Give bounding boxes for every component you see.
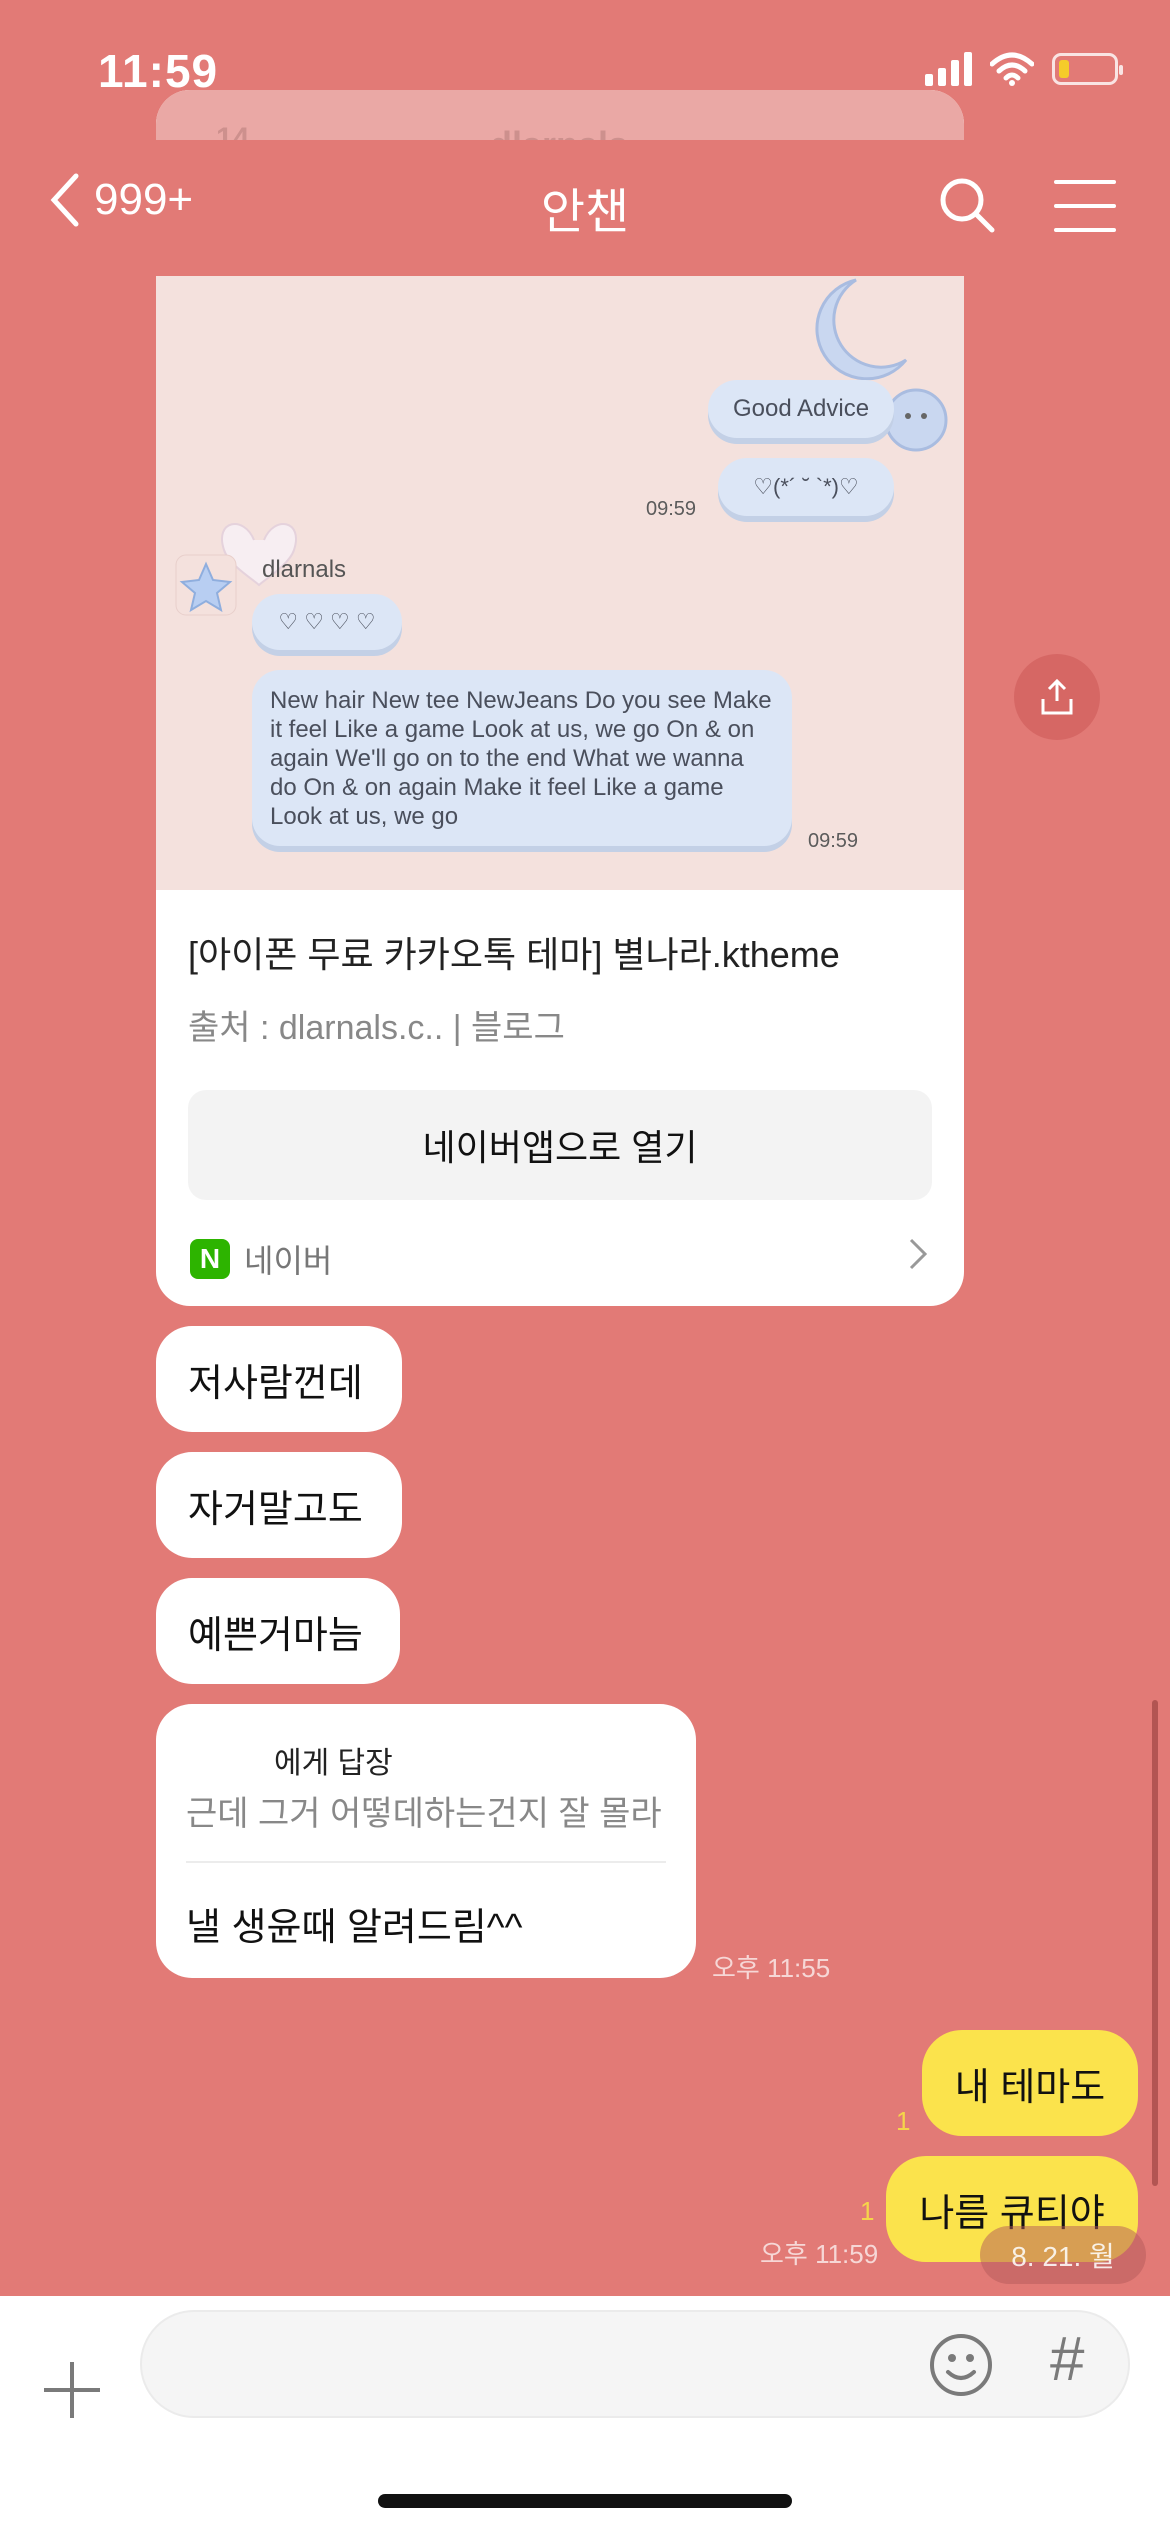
preview-sent-bubble-2: ♡(*´ ˘ `*)♡ [718, 458, 894, 516]
reply-divider [186, 1861, 666, 1863]
reply-to-label: 에게 답장 [274, 1747, 393, 1780]
link-title: [아이폰 무료 카카오톡 테마] 별나라.ktheme [188, 934, 840, 975]
unread-indicator: 1 [896, 2106, 911, 2136]
message-time: 오후 11:55 [712, 1953, 831, 1983]
my-message-bubble[interactable]: 내 테마도 [922, 2030, 1138, 2136]
status-icons [925, 52, 1123, 86]
cellular-signal-icon [925, 52, 972, 86]
preview-recv-time: 09:59 [808, 830, 859, 852]
open-in-naver-app-button[interactable]: 네이버앱으로 열기 [188, 1090, 932, 1200]
reply-text: 낼 생윤때 알려드림^^ [186, 1907, 523, 1949]
chevron-right-icon[interactable] [906, 1236, 930, 1272]
preview-sent-time: 09:59 [646, 498, 697, 520]
message-bubble[interactable]: 예쁜거마늠 [156, 1578, 400, 1684]
message-time: 오후 11:59 [760, 2239, 879, 2269]
moon-decoration-icon [815, 278, 948, 452]
search-icon[interactable] [938, 176, 996, 234]
hashtag-search-icon[interactable]: # [1050, 2324, 1084, 2395]
battery-icon [1052, 53, 1123, 85]
preview-sent-bubble-1: Good Advice [708, 380, 894, 438]
share-icon [1041, 678, 1073, 715]
preview-recv-bubble-1: ♡ ♡ ♡ ♡ [252, 594, 402, 650]
message-bubble[interactable]: 자거말고도 [156, 1452, 402, 1558]
naver-logo-icon: N [190, 1239, 230, 1279]
input-bar: # [0, 2296, 1170, 2532]
share-button[interactable] [1014, 654, 1100, 740]
preview-recv-bubble-2: New hair New tee NewJeans Do you see Mak… [252, 670, 792, 846]
emoji-icon[interactable] [928, 2332, 994, 2398]
link-source: 출처 : dlarnals.c.. | 블로그 [188, 1009, 565, 1047]
scrollbar[interactable] [1152, 1700, 1158, 2186]
plus-icon[interactable] [44, 2362, 100, 2418]
menu-icon[interactable] [1054, 180, 1116, 252]
message-bubble[interactable]: 저사람껀데 [156, 1326, 402, 1432]
home-indicator[interactable] [378, 2494, 792, 2508]
preview-sender-name: dlarnals [262, 556, 347, 583]
unread-indicator: 1 [860, 2196, 875, 2226]
date-indicator: 8. 21. 월 [980, 2226, 1146, 2284]
link-provider-name: 네이버 [244, 1243, 333, 1279]
reply-quote: 근데 그거 어떻데하는건지 잘 몰라 [186, 1795, 662, 1833]
link-provider[interactable]: N 네이버 [190, 1236, 332, 1282]
reply-message-bubble[interactable]: 에게 답장 근데 그거 어떻데하는건지 잘 몰라 낼 생윤때 알려드림^^ [156, 1704, 696, 1978]
wifi-icon [990, 52, 1034, 86]
